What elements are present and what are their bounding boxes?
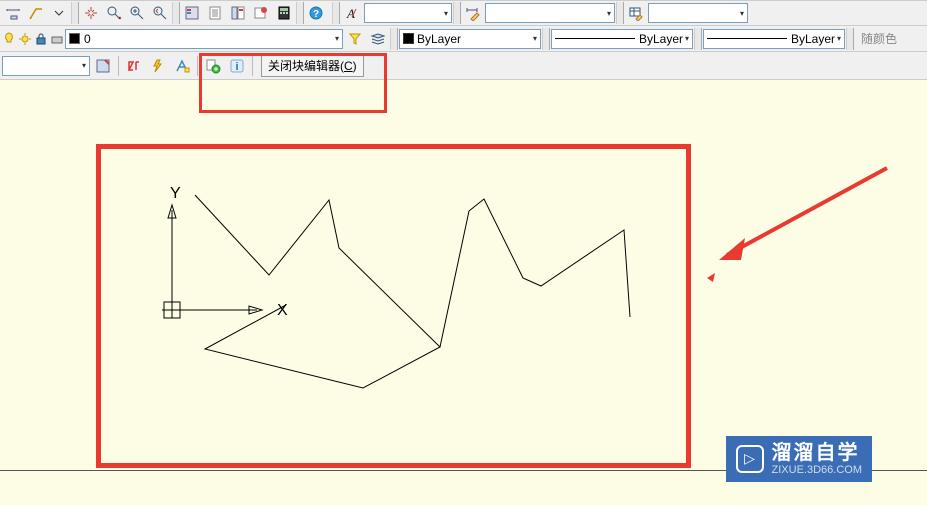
lineweight-control-dropdown[interactable]: ByLayer xyxy=(703,29,845,49)
zoom-previous-icon[interactable] xyxy=(149,2,171,24)
action-icon[interactable] xyxy=(147,55,169,77)
info-icon[interactable]: i xyxy=(226,55,248,77)
bulb-icon xyxy=(2,32,16,46)
help-icon[interactable]: ? xyxy=(305,2,327,24)
lineweight-label: ByLayer xyxy=(639,32,683,46)
pan-icon[interactable] xyxy=(80,2,102,24)
layer-dropdown[interactable]: 0 xyxy=(65,29,343,49)
close-key: C xyxy=(344,59,353,73)
dimstyle-dropdown[interactable] xyxy=(485,3,615,23)
linetype-control-dropdown[interactable]: ByLayer xyxy=(551,29,693,49)
attribute-icon[interactable] xyxy=(171,55,193,77)
brand-title: 溜溜自学 xyxy=(772,442,862,464)
zoom-window-icon[interactable] xyxy=(126,2,148,24)
layer-name: 0 xyxy=(84,32,91,46)
quickcalc-icon[interactable] xyxy=(273,2,295,24)
properties-icon[interactable] xyxy=(181,2,203,24)
block-dropdown[interactable] xyxy=(2,56,90,76)
tablestyle-icon[interactable] xyxy=(625,2,647,24)
linetype-label: ByLayer xyxy=(417,32,461,46)
close-suffix: ) xyxy=(353,59,357,73)
close-prefix: 关闭块编辑器( xyxy=(268,57,344,74)
leader-icon[interactable] xyxy=(25,2,47,24)
svg-text:i: i xyxy=(235,61,238,73)
plot-icon xyxy=(50,32,64,46)
watermark-badge: ▷ 溜溜自学 ZIXUE.3D66.COM xyxy=(726,436,872,482)
color-mode-label: 随颜色 xyxy=(855,30,903,47)
parameter-icon[interactable] xyxy=(123,55,145,77)
brand-url: ZIXUE.3D66.COM xyxy=(772,464,862,476)
tool-palettes-icon[interactable] xyxy=(227,2,249,24)
sun-icon xyxy=(18,32,32,46)
textstyle-dropdown[interactable] xyxy=(364,3,452,23)
dropdown-arrow-icon[interactable] xyxy=(48,2,70,24)
bsave-icon[interactable] xyxy=(92,55,114,77)
textstyle-a-icon[interactable]: A xyxy=(341,2,363,24)
dimstyle-pencil-icon[interactable] xyxy=(462,2,484,24)
color-control-dropdown[interactable]: ByLayer xyxy=(399,29,541,49)
markup-icon[interactable] xyxy=(250,2,272,24)
layer-manager-icon[interactable] xyxy=(367,28,389,50)
authoring-icon[interactable] xyxy=(202,55,224,77)
lock-icon xyxy=(34,32,48,46)
zoom-realtime-icon[interactable] xyxy=(103,2,125,24)
play-icon: ▷ xyxy=(736,445,764,473)
svg-text:?: ? xyxy=(313,9,319,20)
plotstyle-label: ByLayer xyxy=(791,32,835,46)
tablestyle-dropdown[interactable] xyxy=(648,3,748,23)
close-block-editor-button[interactable]: 关闭块编辑器(C) xyxy=(261,55,364,77)
dimlinear-icon[interactable] xyxy=(2,2,24,24)
layer-filter-icon[interactable] xyxy=(344,28,366,50)
sheetset-icon[interactable] xyxy=(204,2,226,24)
layer-state-icons xyxy=(2,32,64,46)
